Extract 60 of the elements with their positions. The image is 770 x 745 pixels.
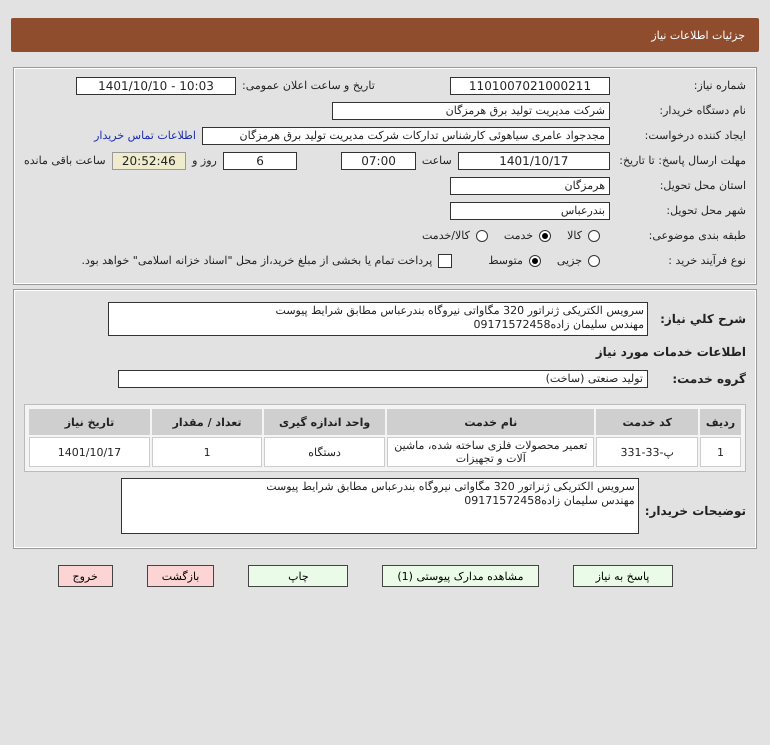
column-header: نام خدمت — [387, 409, 594, 435]
table-cell: پ-33-331 — [596, 437, 698, 467]
buyer-notes-field: سرویس الکتریکی ژنراتور 320 مگاواتی نیروگاه بندرعباس مطابق شرایط پیوست مهندس سلیمان زاده09171572458 — [120, 478, 639, 534]
table-cell: 1401/10/17 — [29, 437, 150, 467]
city-field: بندرعباس — [450, 202, 610, 220]
days-field: 6 — [222, 152, 298, 170]
checkbox[interactable] — [438, 254, 452, 268]
field-label: شرح کلي نياز: — [659, 312, 746, 326]
column-header: تعداد / مقدار — [152, 409, 262, 435]
field-label: استان محل تحویل: — [658, 179, 746, 192]
requester-field: مجدجواد عامری سیاهوئی کارشناس تدارکات شرکت مدیریت تولید برق هرمزگان — [202, 126, 610, 144]
table-cell: 1 — [152, 437, 262, 467]
deadline-time-field: 07:00 — [341, 152, 416, 170]
action-button[interactable]: مشاهده مدارک پیوستی (1) — [382, 565, 538, 587]
remaining-time-field: 20:52:46 — [112, 152, 186, 170]
field-label: طبقه بندی موضوعی: — [648, 229, 746, 242]
field-label: مهلت ارسال پاسخ: تا تاریخ: — [618, 154, 746, 167]
action-button[interactable]: بازگشت — [146, 565, 214, 587]
table-cell: تعمیر محصولات فلزی ساخته شده، ماشین آلات و تجهیزات — [387, 437, 594, 467]
radio-label: جزیی — [556, 254, 582, 267]
field-label: ایجاد کننده درخواست: — [644, 129, 746, 142]
radio-label: کالا — [567, 229, 582, 242]
radio-button[interactable] — [539, 230, 552, 242]
table-cell: 1 — [700, 437, 741, 467]
column-header: واحد اندازه گیری — [264, 409, 386, 435]
description-field: سرویس الکتریکی ژنراتور 320 مگاواتی نیروگاه بندرعباس مطابق شرایط پیوست مهندس سلیمان زاده09171572458 — [108, 302, 648, 336]
field-label: روز و — [192, 154, 217, 167]
column-header: تاریخ نیاز — [29, 409, 150, 435]
radio-button[interactable] — [588, 254, 600, 266]
column-header: کد خدمت — [596, 409, 698, 435]
page-title: جزئیات اطلاعات نیاز — [651, 28, 745, 42]
radio-label: خدمت — [504, 229, 534, 242]
action-button[interactable]: پاسخ به نیاز — [572, 565, 672, 587]
field-label: گروه خدمت: — [671, 372, 746, 386]
radio-button[interactable] — [476, 230, 488, 242]
radio-label: متوسط — [488, 254, 523, 267]
field-label: توضیحات خریدار: — [644, 504, 746, 518]
action-button[interactable]: چاپ — [248, 565, 348, 587]
radio-button[interactable] — [528, 254, 541, 266]
field-label: شهر محل تحویل: — [665, 204, 746, 217]
action-button[interactable]: خروج — [58, 565, 113, 587]
announce-date-field: 1401/10/10 - 10:03 — [76, 76, 236, 94]
checkbox-label: پرداخت تمام یا بخشی از مبلغ خرید،از محل "اسناد خزانه اسلامی" خواهد بود. — [82, 254, 432, 267]
need-number-field: 1101007021000211 — [450, 76, 610, 94]
field-label: نوع فرآیند خرید : — [667, 254, 746, 267]
table-cell: دستگاه — [264, 437, 386, 467]
field-label: ساعت — [422, 154, 452, 167]
field-label: شماره نیاز: — [692, 79, 746, 92]
field-label: نام دستگاه خریدار: — [658, 104, 746, 117]
province-field: هرمزگان — [450, 176, 610, 194]
deadline-date-field: 1401/10/17 — [458, 152, 610, 170]
buyer-contact-link[interactable]: اطلاعات تماس خریدار — [94, 129, 196, 142]
service-group-field: تولید صنعتی (ساخت) — [118, 370, 648, 388]
field-label: تاریخ و ساعت اعلان عمومی: — [242, 79, 375, 92]
field-label: ساعت باقی مانده — [24, 154, 106, 167]
section-title: اطلاعات خدمات مورد نیاز — [596, 344, 746, 358]
column-header: ردیف — [700, 409, 741, 435]
buyer-org-field: شرکت مدیریت تولید برق هرمزگان — [332, 102, 610, 120]
radio-label: کالا/خدمت — [422, 229, 470, 242]
radio-button[interactable] — [588, 230, 600, 242]
